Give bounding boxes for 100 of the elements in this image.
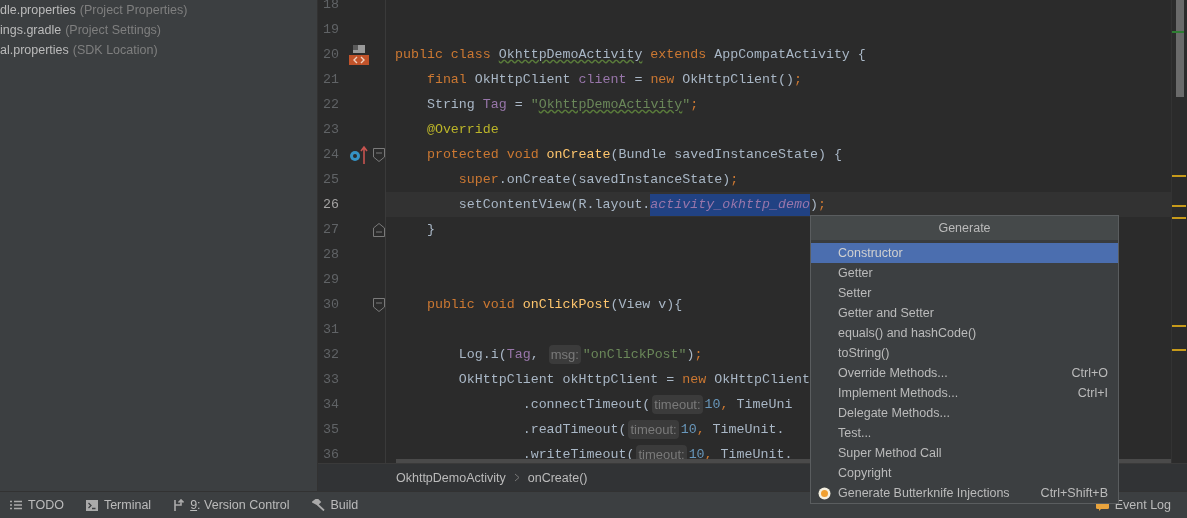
code-text: TimeUni xyxy=(736,397,793,412)
number-literal: 10 xyxy=(680,422,697,437)
string-literal: "onClickPost" xyxy=(582,347,687,362)
line-number: 22 xyxy=(322,97,340,112)
menu-item[interactable]: Override Methods... Ctrl+O xyxy=(811,363,1118,383)
code-text: OkHttpClient okHttpClient = xyxy=(457,372,676,387)
code-text: AppCompatActivity { xyxy=(714,47,866,62)
hammer-icon xyxy=(311,499,325,511)
code-text: TimeUnit. xyxy=(712,422,785,437)
code-text: setContentView(R.layout. xyxy=(457,197,651,212)
file-note: (SDK Location) xyxy=(72,42,158,59)
string-literal: " xyxy=(530,97,539,112)
keyword: new xyxy=(650,72,676,87)
fold-icon[interactable] xyxy=(373,147,385,162)
line-number: 30 xyxy=(322,297,340,312)
menu-item[interactable]: equals() and hashCode() xyxy=(811,323,1118,343)
method-name: onCreate xyxy=(546,147,611,162)
menu-item[interactable]: Super Method Call xyxy=(811,443,1118,463)
terminal-icon xyxy=(85,499,98,511)
menu-item[interactable]: Generate Butterknife Injections Ctrl+Shift+B xyxy=(811,483,1118,503)
menu-item[interactable]: Constructor xyxy=(811,243,1118,263)
file-name[interactable]: ings.gradle xyxy=(0,20,62,40)
tool-window-button[interactable]: Build xyxy=(311,498,359,512)
line-number: 23 xyxy=(322,122,340,137)
file-note: (Project Properties) xyxy=(79,2,188,19)
keyword: new xyxy=(682,372,708,387)
line-number: 24 xyxy=(322,147,340,162)
breadcrumb[interactable]: onCreate() xyxy=(527,470,588,485)
tool-window-button[interactable]: TODO xyxy=(10,498,64,512)
keyword: ; xyxy=(817,197,826,212)
menu-item[interactable]: Test... xyxy=(811,423,1118,443)
menu-item[interactable]: Delegate Methods... xyxy=(811,403,1118,423)
layout-link-icon[interactable] xyxy=(349,43,369,66)
tool-window-button[interactable]: 9: Version Control xyxy=(173,498,290,512)
code-text: (View v){ xyxy=(610,297,683,312)
class-name: OkhttpDemoActivity xyxy=(498,47,643,62)
keyword: public void xyxy=(425,297,516,312)
annotation: @Override xyxy=(425,122,499,137)
line-number: 29 xyxy=(322,272,340,287)
number-literal: 10 xyxy=(704,397,721,412)
code-text: (Bundle savedInstanceState) { xyxy=(610,147,842,162)
override-icon[interactable] xyxy=(349,144,369,165)
line-number: 19 xyxy=(322,22,340,37)
line-number: 18 xyxy=(322,0,340,12)
parameter-hint: timeout: xyxy=(652,395,703,414)
menu-item[interactable]: Setter xyxy=(811,283,1118,303)
keyword: extends xyxy=(649,47,708,62)
code-text: .readTimeout( xyxy=(521,422,627,437)
parameter-hint: msg: xyxy=(548,345,581,364)
line-number: 33 xyxy=(322,372,340,387)
code-text: OkHttpClient() xyxy=(682,72,794,87)
line-number: 36 xyxy=(322,447,340,462)
file-name[interactable]: al.properties xyxy=(0,40,69,60)
menu-item[interactable]: Copyright xyxy=(811,463,1118,483)
code-text: ) xyxy=(809,197,818,212)
field-name: Tag xyxy=(482,97,507,112)
keyword: ; xyxy=(794,72,802,87)
code-text: String xyxy=(425,97,476,112)
menu-item[interactable]: Getter xyxy=(811,263,1118,283)
breadcrumb[interactable]: OkhttpDemoActivity xyxy=(396,470,506,485)
branch-icon xyxy=(173,499,185,511)
code-text: } xyxy=(425,222,435,237)
code-text: OkHttpClient xyxy=(474,72,572,87)
line-number: 25 xyxy=(322,172,340,187)
string-literal: OkhttpDemoActivity xyxy=(538,97,683,112)
line-number: 26 xyxy=(322,197,340,212)
file-note: (Project Settings) xyxy=(65,22,162,39)
code-text: .connectTimeout( xyxy=(521,397,651,412)
keyword: ; xyxy=(690,97,699,112)
knife-plugin-icon xyxy=(818,486,831,500)
field-name: Tag xyxy=(506,347,531,362)
keyword: protected void xyxy=(425,147,540,162)
menu-item[interactable]: toString() xyxy=(811,343,1118,363)
chevron-icon xyxy=(513,473,520,482)
file-name[interactable]: dle.properties xyxy=(0,0,76,20)
keyword: , xyxy=(696,422,706,437)
code-text: Log.i( xyxy=(457,347,507,362)
keyword: ; xyxy=(730,172,739,187)
line-number: 28 xyxy=(322,247,340,262)
tool-window-button[interactable]: Terminal xyxy=(85,498,152,512)
menu-item[interactable]: Implement Methods... Ctrl+I xyxy=(811,383,1118,403)
selected-text: activity_okhttp_demo xyxy=(650,193,810,216)
code-text: TimeUnit. xyxy=(720,447,793,462)
list-icon xyxy=(10,500,22,510)
keyword: ; xyxy=(694,347,703,362)
fold-icon[interactable] xyxy=(373,222,385,237)
menu-item[interactable]: Getter and Setter xyxy=(811,303,1118,323)
popup-title: Generate xyxy=(811,216,1118,243)
keyword: super xyxy=(457,172,499,187)
parameter-hint: timeout: xyxy=(628,420,679,439)
code-text: , xyxy=(530,347,540,362)
code-text: .onCreate(savedInstanceState) xyxy=(498,172,731,187)
method-name: onClickPost xyxy=(522,297,611,312)
keyword: , xyxy=(720,397,730,412)
line-number: 27 xyxy=(322,222,340,237)
string-literal: " xyxy=(682,97,691,112)
line-number: 32 xyxy=(322,347,340,362)
code-text: OkHttpClient xyxy=(714,372,810,387)
fold-icon[interactable] xyxy=(373,297,385,312)
error-stripe-drawing[interactable] xyxy=(1171,0,1187,465)
